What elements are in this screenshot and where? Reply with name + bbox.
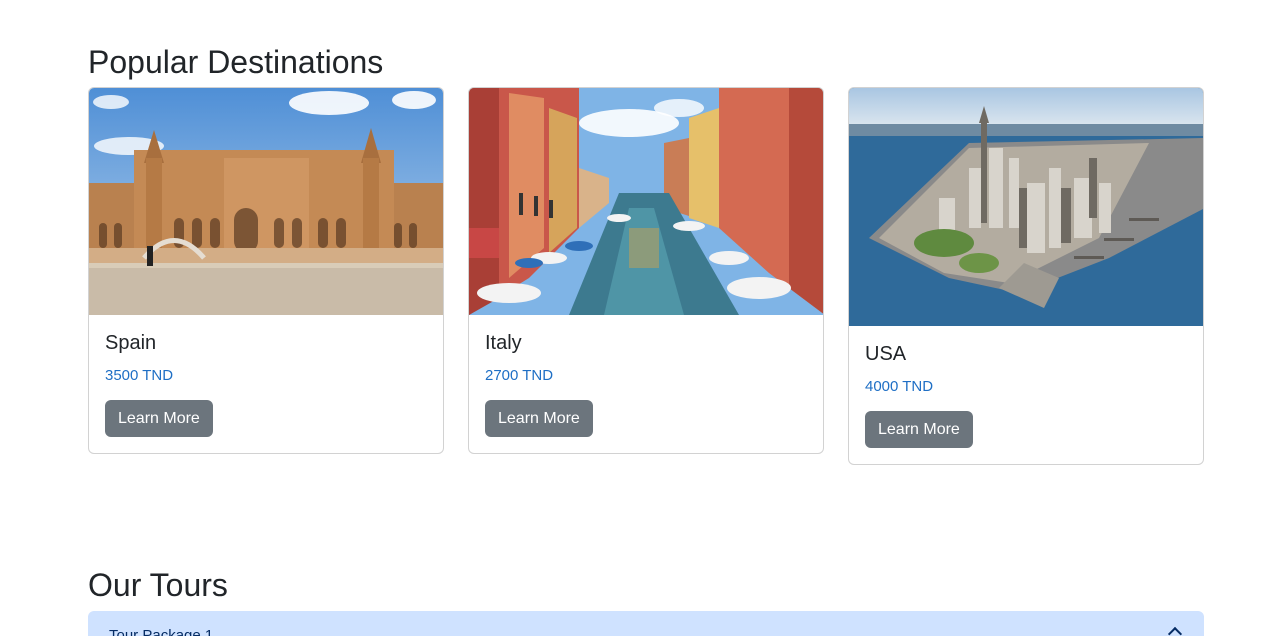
tours-heading: Our Tours bbox=[88, 567, 228, 603]
card-title: Italy bbox=[485, 332, 522, 354]
destination-card-spain: Spain 3500 TND Learn More bbox=[88, 87, 444, 455]
destinations-heading: Popular Destinations bbox=[88, 44, 384, 80]
learn-more-button[interactable]: Learn More bbox=[105, 400, 213, 438]
italy-image bbox=[469, 88, 823, 315]
card-price: 2700 TND bbox=[485, 367, 554, 384]
accordion-label: Tour Package 1 bbox=[109, 627, 214, 636]
spain-image bbox=[89, 88, 443, 315]
card-price: 4000 TND bbox=[865, 378, 934, 395]
destination-card-usa: USA 4000 TND Learn More bbox=[848, 87, 1204, 466]
card-title: Spain bbox=[105, 332, 157, 354]
tour-accordion-item[interactable]: Tour Package 1 bbox=[88, 611, 1204, 636]
card-price: 3500 TND bbox=[105, 367, 174, 384]
card-title: USA bbox=[865, 343, 907, 365]
destination-card-italy: Italy 2700 TND Learn More bbox=[468, 87, 824, 455]
usa-image bbox=[849, 88, 1203, 326]
learn-more-button[interactable]: Learn More bbox=[485, 400, 593, 438]
learn-more-button[interactable]: Learn More bbox=[865, 411, 973, 449]
chevron-up-icon bbox=[1167, 626, 1183, 636]
